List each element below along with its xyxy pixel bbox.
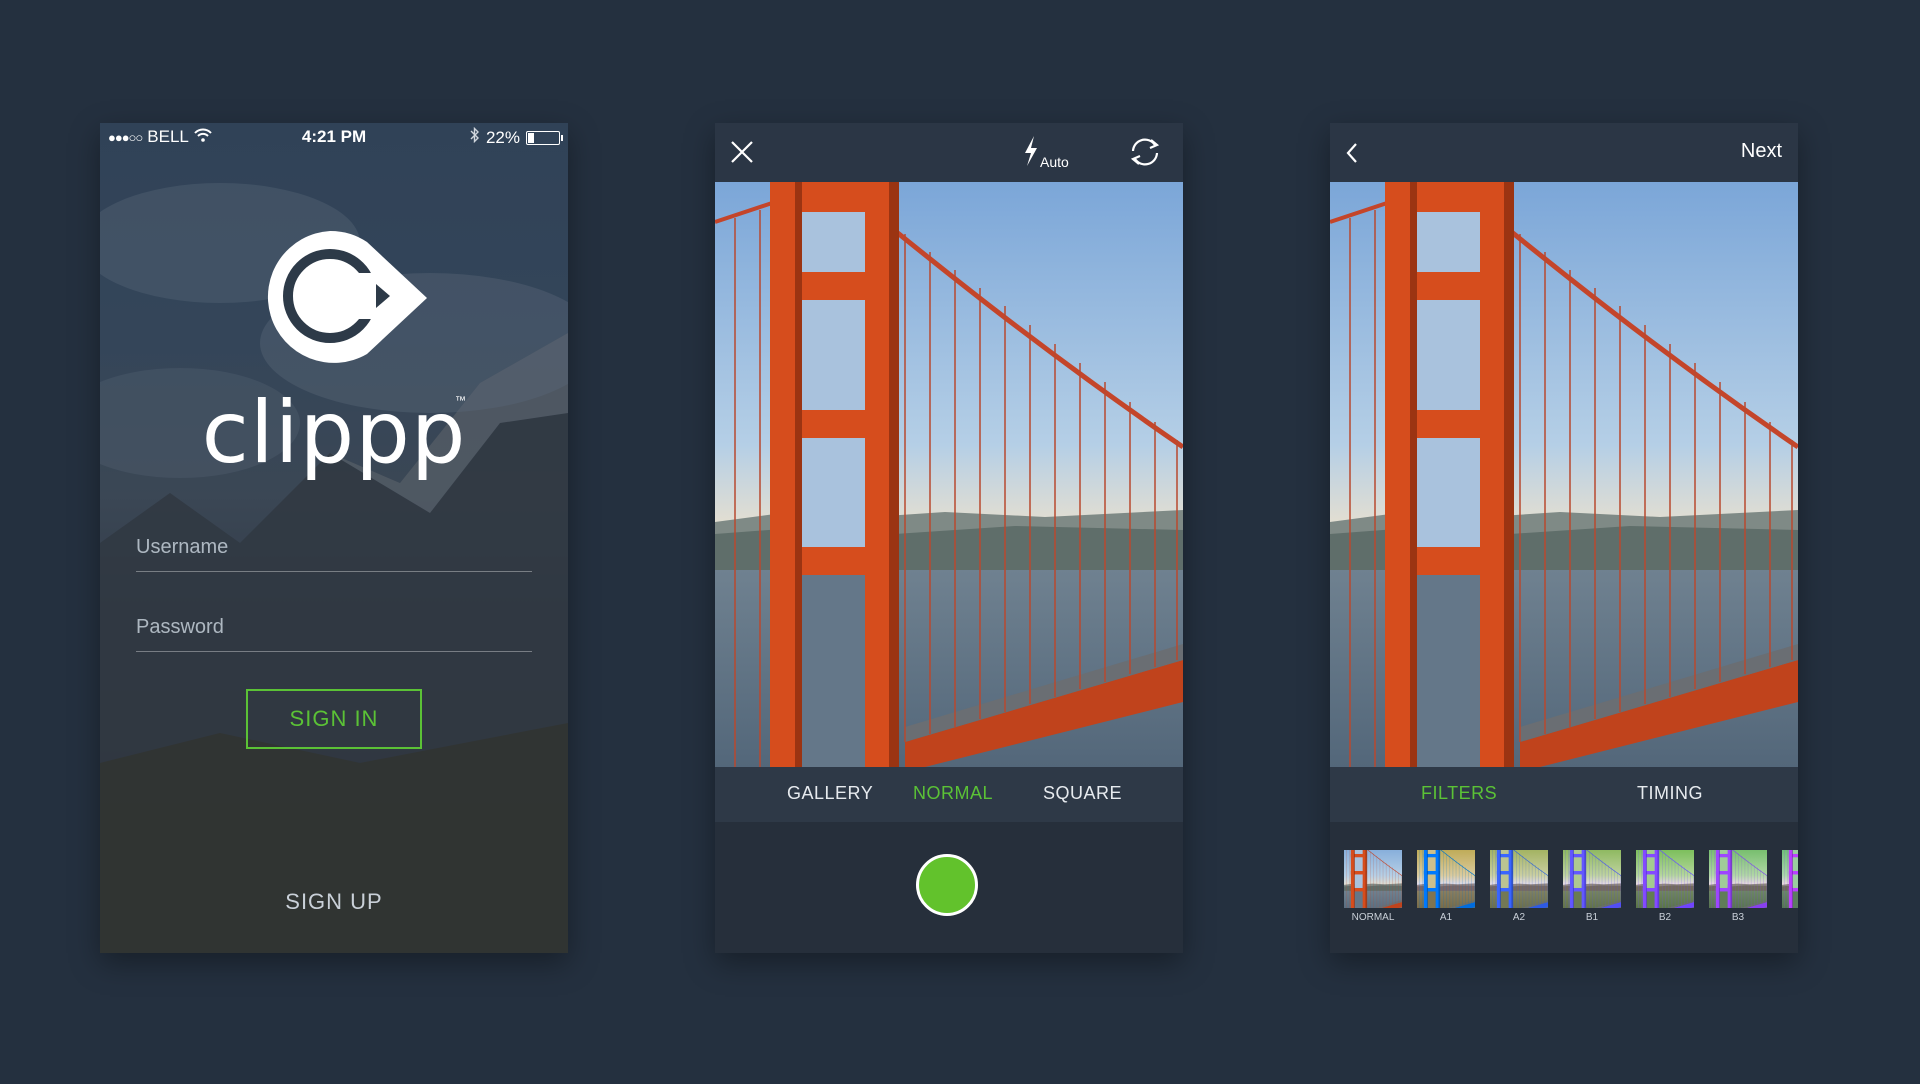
shutter-area (715, 822, 1183, 953)
tab-timing[interactable]: TIMING (1637, 783, 1703, 804)
flash-mode-label: Auto (1040, 154, 1069, 170)
filter-label: B3 (1731, 912, 1745, 923)
filter-a2[interactable]: A2 (1490, 850, 1548, 923)
filter-b3[interactable]: B3 (1709, 850, 1767, 923)
brand-wordmark: clippp (201, 383, 467, 483)
battery-percent: 22% (485, 127, 520, 147)
mode-gallery[interactable]: GALLERY (787, 783, 873, 804)
filter-thumbnail (1782, 850, 1798, 908)
filter-thumbnail (1344, 850, 1402, 908)
camera-viewfinder[interactable] (715, 182, 1183, 767)
filters-screen: Next FILTERS TIMING NORMAL A1 A2 B1 B2 B… (1330, 123, 1798, 953)
filter-a1[interactable]: A1 (1417, 850, 1475, 923)
battery-icon (526, 130, 563, 145)
filters-top-bar: Next (1330, 123, 1798, 182)
filter-b1[interactable]: B1 (1563, 850, 1621, 923)
bluetooth-icon (470, 126, 480, 148)
trademark-symbol: ™ (455, 395, 466, 407)
edit-tab-bar: FILTERS TIMING (1330, 767, 1798, 822)
close-icon[interactable] (729, 139, 755, 170)
mode-square[interactable]: SQUARE (1043, 783, 1122, 804)
sign-in-button[interactable]: SIGN IN (246, 689, 422, 749)
mode-normal[interactable]: NORMAL (913, 783, 993, 804)
filter-label: B1 (1585, 912, 1599, 923)
filter-thumbnail (1490, 850, 1548, 908)
filter-thumbnail (1417, 850, 1475, 908)
flash-toggle[interactable]: Auto (1023, 135, 1069, 172)
preview-photo (1330, 182, 1798, 767)
filter-normal[interactable]: NORMAL (1344, 850, 1402, 923)
filter-label: A2 (1512, 912, 1526, 923)
filter-thumbnail (1709, 850, 1767, 908)
camera-top-bar: Auto (715, 123, 1183, 182)
status-bar: ●●●○○ BELL 4:21 PM 22% (100, 123, 568, 151)
filter-b2[interactable]: B2 (1636, 850, 1694, 923)
viewfinder-image (715, 182, 1183, 767)
filter-thumbnail (1636, 850, 1694, 908)
tab-filters[interactable]: FILTERS (1421, 783, 1497, 804)
filter-label: A1 (1439, 912, 1453, 923)
sign-up-link[interactable]: SIGN UP (100, 889, 568, 915)
preview-image (1330, 182, 1798, 767)
capture-mode-bar: GALLERY NORMAL SQUARE (715, 767, 1183, 822)
filter-partial[interactable] (1782, 850, 1798, 908)
filter-thumbnail (1563, 850, 1621, 908)
password-input[interactable] (136, 603, 532, 652)
login-screen: ●●●○○ BELL 4:21 PM 22% clippp ™ SIGN IN … (100, 123, 568, 953)
clippp-logo-icon (267, 230, 427, 363)
filter-label: NORMAL (1351, 912, 1395, 923)
filter-strip: NORMAL A1 A2 B1 B2 B3 (1330, 822, 1798, 953)
back-icon[interactable] (1344, 141, 1360, 170)
camera-screen: Auto GALLERY NORMAL SQUARE (715, 123, 1183, 953)
next-button[interactable]: Next (1741, 140, 1782, 163)
username-input[interactable] (136, 523, 532, 572)
filter-label: B2 (1658, 912, 1672, 923)
switch-camera-icon[interactable] (1127, 135, 1163, 174)
flash-icon (1023, 135, 1039, 172)
shutter-button[interactable] (916, 854, 978, 916)
